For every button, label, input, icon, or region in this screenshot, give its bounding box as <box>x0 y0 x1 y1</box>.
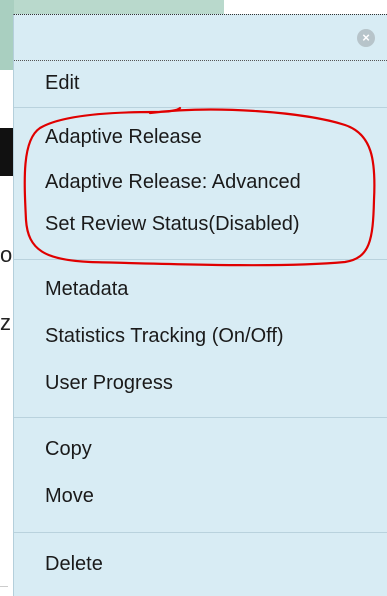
background-page-block <box>0 128 14 176</box>
menu-item-adaptive-release[interactable]: Adaptive Release <box>14 114 387 161</box>
menu-item-edit[interactable]: Edit <box>14 65 387 101</box>
menu-item-set-review-status[interactable]: Set Review Status(Disabled) <box>14 203 387 245</box>
close-icon[interactable]: × <box>357 29 375 47</box>
background-divider <box>0 586 8 587</box>
menu-item-user-progress[interactable]: User Progress <box>14 360 387 407</box>
menu-group-edit: Edit <box>14 61 387 108</box>
menu-group-tracking: Metadata Statistics Tracking (On/Off) Us… <box>14 260 387 418</box>
menu-item-copy[interactable]: Copy <box>14 426 387 473</box>
menu-group-delete: Delete <box>14 533 387 594</box>
screen: o z × Edit Adaptive Release Adaptive Rel… <box>0 0 387 596</box>
menu-group-release: Adaptive Release Adaptive Release: Advan… <box>14 108 387 260</box>
background-text-fragment: o <box>0 244 13 266</box>
menu-item-move[interactable]: Move <box>14 473 387 520</box>
context-menu: × Edit Adaptive Release Adaptive Release… <box>13 14 387 596</box>
menu-item-metadata[interactable]: Metadata <box>14 266 387 313</box>
menu-item-adaptive-release-advanced[interactable]: Adaptive Release: Advanced <box>14 161 387 203</box>
background-page-header <box>14 0 224 14</box>
menu-header: × <box>14 15 387 61</box>
menu-item-statistics-tracking[interactable]: Statistics Tracking (On/Off) <box>14 313 387 360</box>
background-page-strip <box>0 0 14 70</box>
background-text-fragment: z <box>0 312 11 334</box>
menu-group-copy-move: Copy Move <box>14 418 387 533</box>
menu-item-delete[interactable]: Delete <box>14 541 387 588</box>
